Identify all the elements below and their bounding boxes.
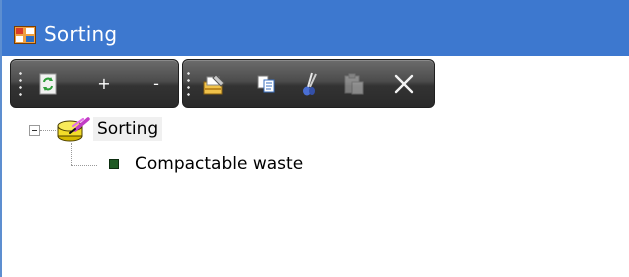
properties-icon <box>202 73 226 95</box>
cut-button[interactable] <box>295 68 325 100</box>
delete-button[interactable] <box>389 68 419 100</box>
copy-icon <box>257 75 275 93</box>
add-label: + <box>97 74 111 93</box>
tree-connector <box>71 165 97 166</box>
windows-form-icon <box>14 26 36 44</box>
properties-button[interactable] <box>199 68 229 100</box>
cut-icon <box>301 72 319 96</box>
tree-child-node[interactable]: Compactable waste <box>135 152 303 176</box>
copy-button[interactable] <box>251 68 281 100</box>
delete-icon <box>393 73 415 95</box>
title-bar[interactable]: Sorting <box>2 0 629 56</box>
collapse-expander-icon[interactable] <box>29 125 40 136</box>
toolbar-group-clipboard <box>182 59 435 108</box>
sorting-tree[interactable]: Sorting Compactable waste <box>2 113 629 277</box>
add-button[interactable]: + <box>89 68 119 100</box>
toolbar-group-edit: + - <box>10 59 179 108</box>
remove-button[interactable]: - <box>141 68 171 100</box>
remove-label: - <box>153 74 159 93</box>
refresh-button[interactable] <box>33 68 63 100</box>
database-folder-icon <box>55 117 91 143</box>
toolbar-grip[interactable] <box>187 70 190 100</box>
tree-root-node[interactable]: Sorting <box>93 117 163 141</box>
paste-icon <box>344 73 364 95</box>
sorting-window: Sorting + - Sorting Compactable waste <box>0 0 629 277</box>
refresh-icon <box>39 73 57 95</box>
tree-connector <box>40 130 56 131</box>
green-square-icon <box>109 159 119 169</box>
tree-connector <box>71 143 72 165</box>
window-title: Sorting <box>44 22 118 46</box>
paste-button[interactable] <box>339 68 369 100</box>
toolbar-grip[interactable] <box>19 70 22 100</box>
